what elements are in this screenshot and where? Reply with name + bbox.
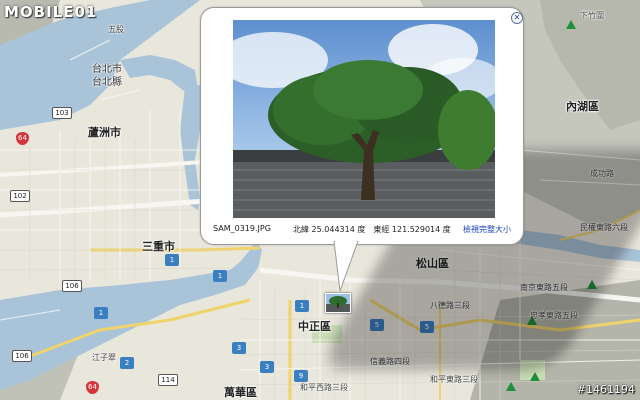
route-shield-county: 114: [158, 374, 178, 386]
route-shield-county: 103: [52, 107, 72, 119]
route-shield-provincial: 1: [295, 300, 309, 312]
watermark-id: #1461194: [576, 383, 635, 396]
river: [120, 55, 198, 92]
peak-icon: [530, 372, 540, 381]
photo-preview[interactable]: [233, 20, 495, 218]
popup-pointer: [333, 241, 359, 292]
route-shield-provincial: 2: [120, 357, 134, 369]
peak-icon: [506, 382, 516, 391]
close-icon[interactable]: ✕: [511, 12, 523, 24]
route-shield-county: 106: [12, 350, 32, 362]
photo-coordinates: 北緯 25.044314 度 東經 121.529014 度: [293, 225, 451, 234]
map-viewer[interactable]: 台北市 台北縣 蘆洲市 三重市 內湖區 松山區 中正區 萬華區 下竹圍 五股 八…: [0, 0, 640, 400]
route-shield-provincial: 3: [232, 342, 246, 354]
route-shield-provincial: 1: [94, 307, 108, 319]
photo-info-popup: ✕ SAM_0319.JPG 北緯 25.044314 度 東經 121.529…: [200, 7, 524, 245]
photo-marker[interactable]: [325, 293, 351, 313]
route-shield-provincial: 1: [165, 254, 179, 266]
route-shield-provincial: 1: [213, 270, 227, 282]
tree-photo: [233, 20, 495, 218]
route-shield-county: 102: [10, 190, 30, 202]
mobile01-logo: MOBILE01: [4, 3, 98, 21]
photo-thumbnail-icon: [326, 294, 350, 312]
view-full-size-link[interactable]: 檢視完整大小: [463, 224, 511, 235]
route-shield-provincial: 3: [260, 361, 274, 373]
route-shield-provincial: 9: [294, 370, 308, 382]
peak-icon: [566, 20, 576, 29]
photo-filename: SAM_0319.JPG: [213, 224, 271, 233]
route-shield-county: 106: [62, 280, 82, 292]
